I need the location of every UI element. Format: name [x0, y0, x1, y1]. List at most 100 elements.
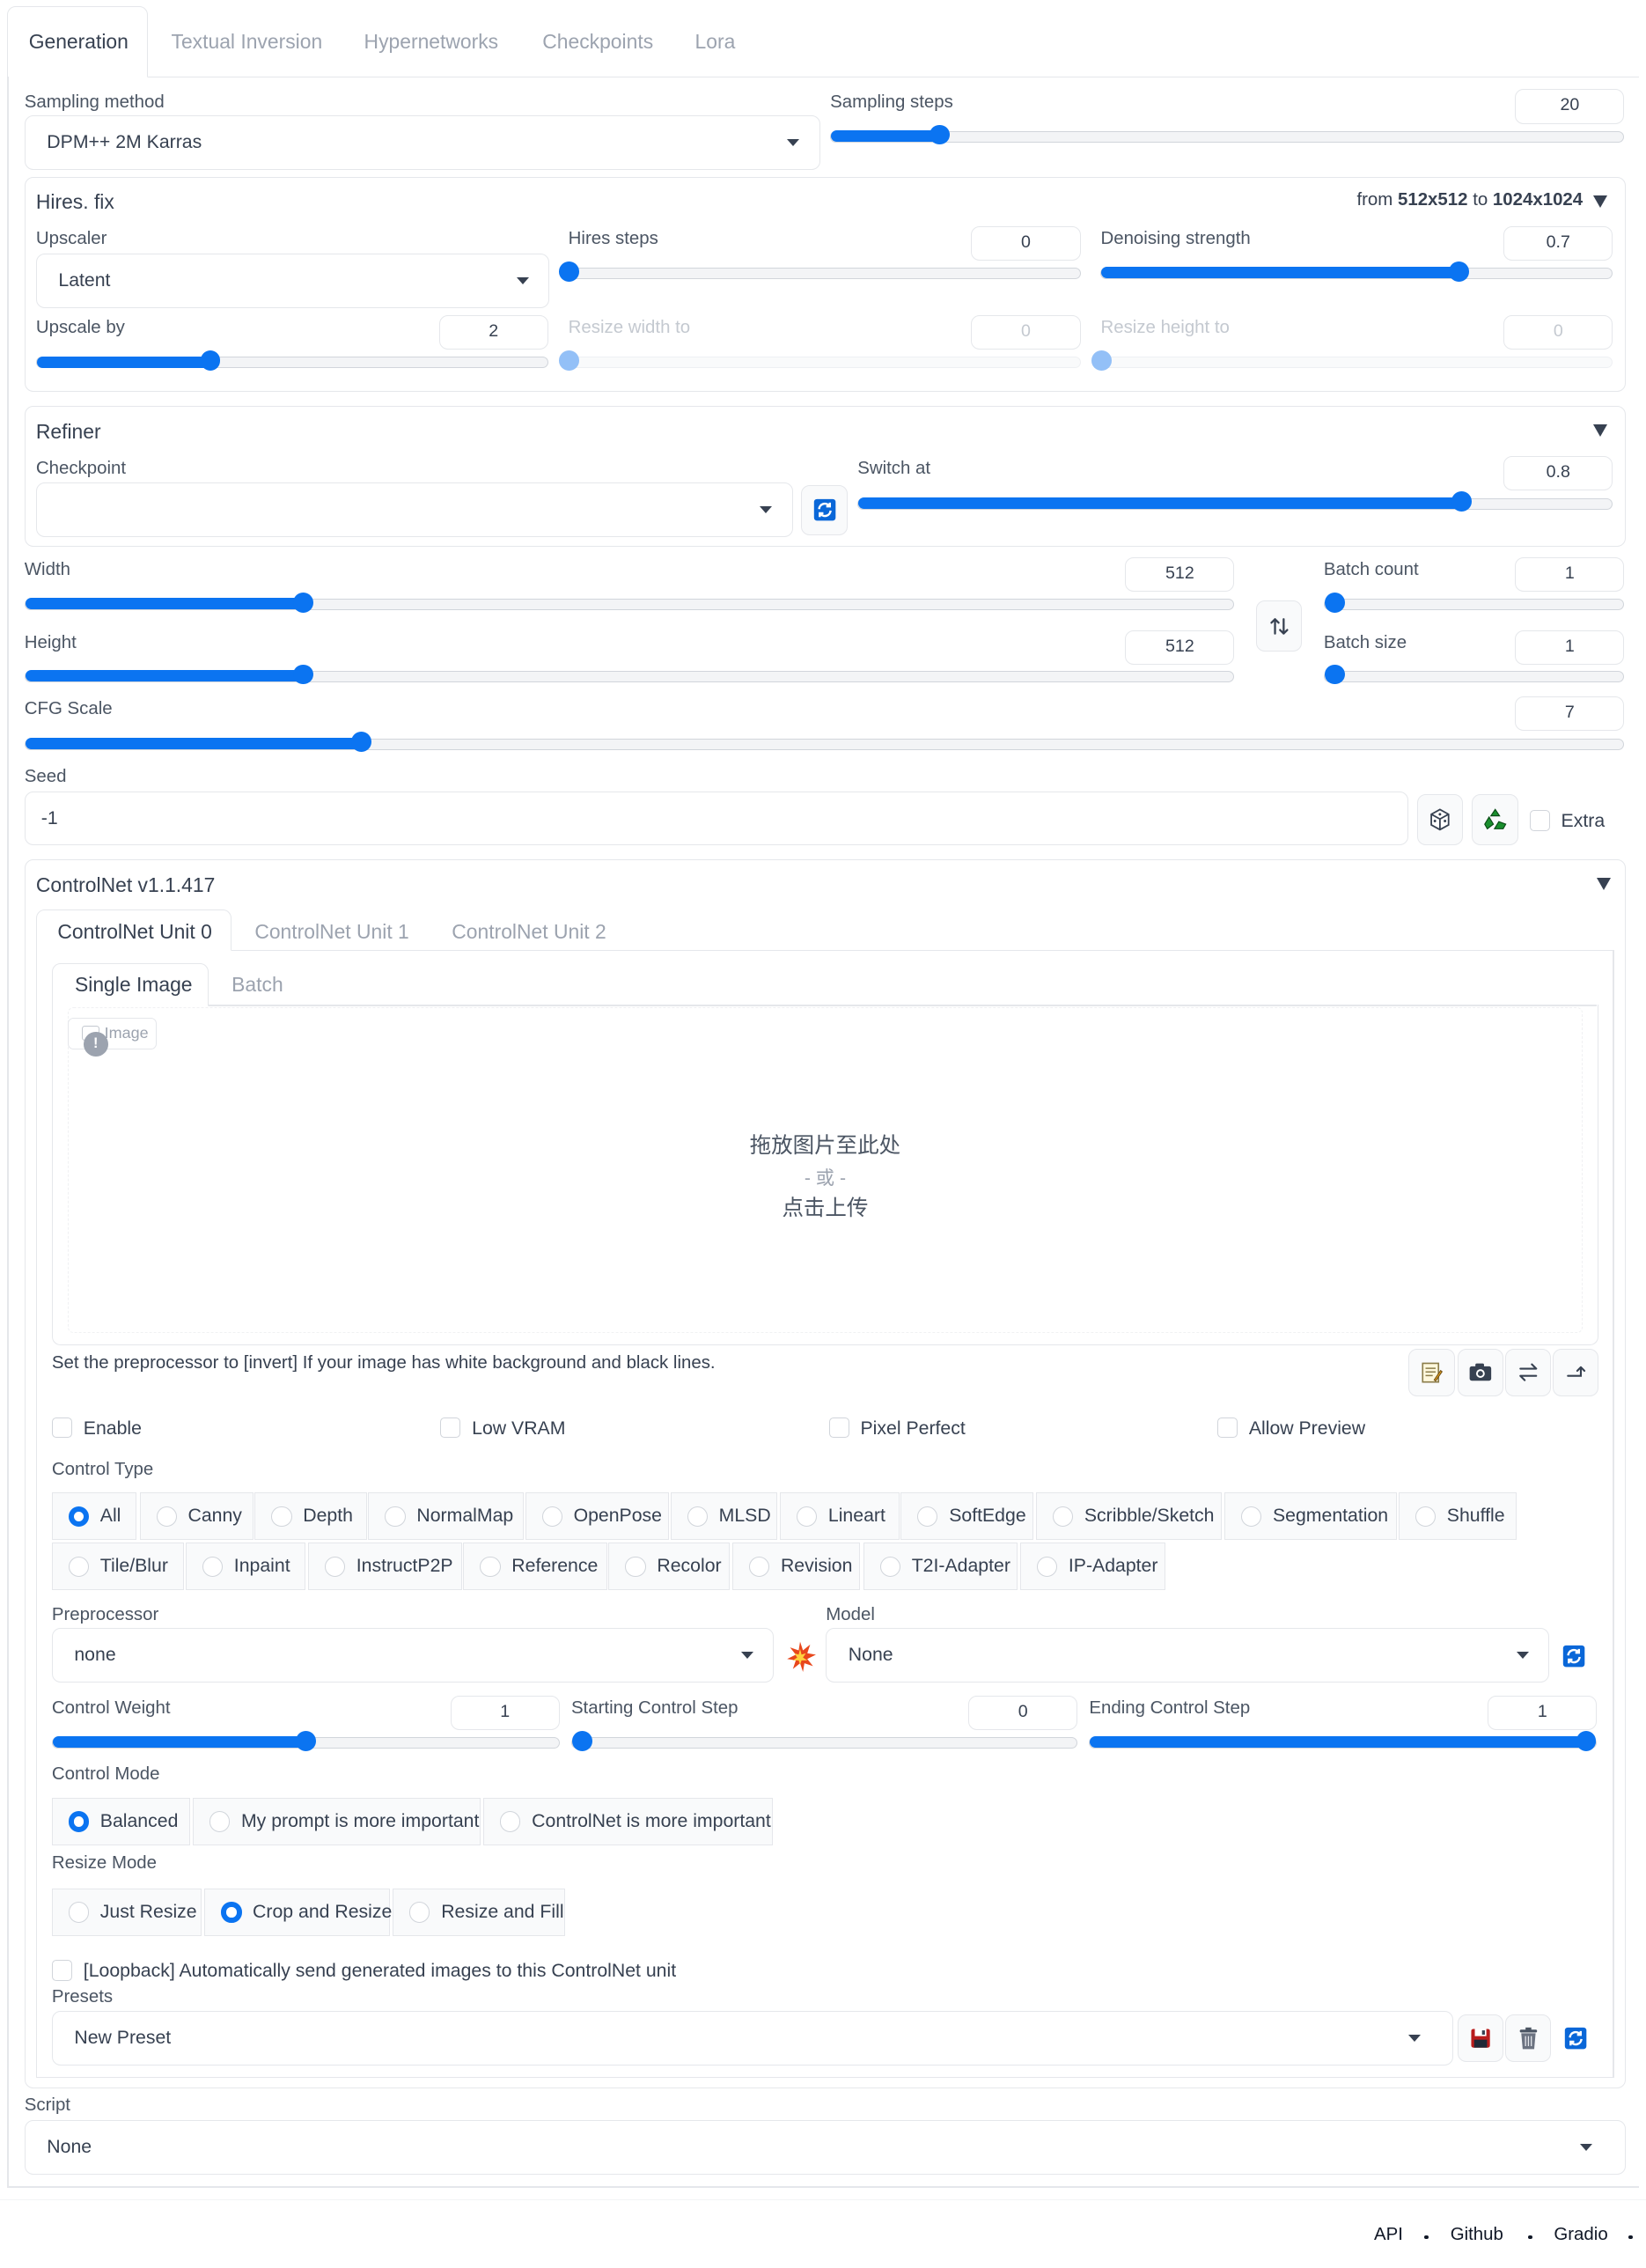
- starting-step-slider[interactable]: [570, 1730, 1078, 1751]
- resize-mode-crop-resize[interactable]: Crop and Resize: [204, 1888, 392, 1936]
- pixel-perfect-checkbox[interactable]: Pixel Perfect: [828, 1418, 966, 1440]
- batch-size-slider[interactable]: [1323, 664, 1625, 685]
- controlnet-title[interactable]: ControlNet v1.1.417: [36, 873, 215, 897]
- batch-count-input[interactable]: 1: [1515, 556, 1625, 592]
- control-type-t2i-adapter[interactable]: T2I-Adapter: [863, 1543, 1018, 1591]
- tab-controlnet-unit-2[interactable]: ControlNet Unit 2: [452, 920, 606, 944]
- run-preprocessor-button[interactable]: [784, 1640, 819, 1673]
- control-weight-input[interactable]: 1: [450, 1695, 560, 1730]
- cfg-scale-slider[interactable]: [24, 732, 1625, 753]
- height-slider[interactable]: [24, 664, 1235, 685]
- control-type-inpaint[interactable]: Inpaint: [185, 1543, 305, 1591]
- batch-count-slider[interactable]: [1323, 592, 1625, 613]
- switch-at-input[interactable]: 0.8: [1503, 456, 1613, 491]
- preprocessor-select[interactable]: none: [51, 1627, 775, 1683]
- control-type-instructp2p[interactable]: InstructP2P: [307, 1543, 462, 1591]
- slider-handle[interactable]: [930, 124, 950, 145]
- collapse-triangle-icon[interactable]: [1592, 195, 1607, 208]
- tab-controlnet-unit-0[interactable]: ControlNet Unit 0: [57, 920, 211, 944]
- slider-handle[interactable]: [1576, 1730, 1597, 1751]
- slider-handle[interactable]: [1451, 491, 1472, 512]
- control-type-scribble[interactable]: Scribble/Sketch: [1035, 1492, 1222, 1541]
- cfg-scale-input[interactable]: 7: [1515, 696, 1625, 732]
- width-input[interactable]: 512: [1125, 556, 1235, 592]
- resize-mode-just-resize[interactable]: Just Resize: [51, 1888, 202, 1936]
- footer-github-link[interactable]: Github: [1451, 2225, 1503, 2245]
- footer-api-link[interactable]: API: [1374, 2225, 1403, 2245]
- sampling-steps-input[interactable]: 20: [1515, 89, 1625, 124]
- control-mode-controlnet[interactable]: ControlNet is more important: [483, 1797, 773, 1845]
- ending-step-input[interactable]: 1: [1488, 1695, 1598, 1730]
- denoising-strength-input[interactable]: 0.7: [1503, 225, 1613, 261]
- collapse-triangle-icon[interactable]: [1597, 878, 1612, 890]
- control-type-openpose[interactable]: OpenPose: [525, 1492, 670, 1541]
- tab-generation[interactable]: Generation: [29, 30, 129, 54]
- refresh-button[interactable]: [801, 484, 848, 536]
- mirror-webcam-button[interactable]: [1504, 1348, 1552, 1396]
- send-dimensions-button[interactable]: [1552, 1348, 1599, 1396]
- resize-height-input[interactable]: 0: [1503, 314, 1613, 350]
- seed-input[interactable]: -1: [24, 792, 1409, 845]
- control-type-lineart[interactable]: Lineart: [779, 1492, 900, 1541]
- slider-handle[interactable]: [295, 1730, 316, 1751]
- control-type-tile-blur[interactable]: Tile/Blur: [51, 1543, 185, 1591]
- model-select[interactable]: None: [826, 1627, 1550, 1683]
- control-type-reference[interactable]: Reference: [463, 1543, 607, 1591]
- resize-mode-resize-fill[interactable]: Resize and Fill: [393, 1888, 566, 1936]
- control-mode-balanced[interactable]: Balanced: [51, 1797, 190, 1845]
- swap-dimensions-button[interactable]: [1256, 600, 1303, 652]
- slider-handle[interactable]: [293, 592, 313, 613]
- resize-width-input[interactable]: 0: [971, 314, 1081, 350]
- upscaler-select[interactable]: Latent: [35, 253, 550, 308]
- batch-size-input[interactable]: 1: [1515, 630, 1625, 666]
- slider-handle[interactable]: [200, 350, 221, 372]
- ending-step-slider[interactable]: [1089, 1730, 1598, 1751]
- enable-checkbox[interactable]: Enable: [51, 1418, 142, 1440]
- tab-hypernetworks[interactable]: Hypernetworks: [364, 30, 499, 54]
- script-select[interactable]: None: [24, 2119, 1627, 2175]
- footer-gradio-link[interactable]: Gradio: [1554, 2225, 1607, 2245]
- control-type-normalmap[interactable]: NormalMap: [368, 1492, 524, 1541]
- allow-preview-checkbox[interactable]: Allow Preview: [1216, 1418, 1365, 1440]
- resize-width-slider[interactable]: [559, 350, 1081, 372]
- width-slider[interactable]: [24, 592, 1235, 613]
- refiner-title[interactable]: Refiner: [36, 420, 101, 444]
- upscale-by-input[interactable]: 2: [438, 314, 548, 350]
- control-type-softedge[interactable]: SoftEdge: [900, 1492, 1033, 1541]
- tab-single-image[interactable]: Single Image: [75, 973, 193, 997]
- hires-steps-input[interactable]: 0: [971, 225, 1081, 261]
- webcam-button[interactable]: [1457, 1348, 1504, 1396]
- control-type-ip-adapter[interactable]: IP-Adapter: [1019, 1543, 1166, 1591]
- open-new-canvas-button[interactable]: [1408, 1348, 1455, 1396]
- control-weight-slider[interactable]: [51, 1730, 560, 1751]
- delete-preset-button[interactable]: [1504, 2014, 1552, 2063]
- denoising-strength-slider[interactable]: [1100, 261, 1613, 282]
- slider-handle[interactable]: [559, 350, 580, 372]
- collapse-triangle-icon[interactable]: [1592, 424, 1607, 437]
- slider-handle[interactable]: [559, 261, 580, 282]
- slider-handle[interactable]: [1324, 592, 1345, 613]
- switch-at-slider[interactable]: [857, 491, 1613, 512]
- slider-handle[interactable]: [293, 664, 313, 685]
- refiner-checkpoint-select[interactable]: [35, 482, 793, 537]
- sampling-steps-slider[interactable]: [830, 124, 1625, 145]
- refresh-presets-button[interactable]: [1560, 2022, 1591, 2054]
- presets-select[interactable]: New Preset: [51, 2010, 1453, 2066]
- tab-batch[interactable]: Batch: [231, 973, 283, 997]
- tab-lora[interactable]: Lora: [695, 30, 736, 54]
- slider-handle[interactable]: [1091, 350, 1112, 372]
- tab-checkpoints[interactable]: Checkpoints: [542, 30, 653, 54]
- height-input[interactable]: 512: [1125, 630, 1235, 666]
- upscale-by-slider[interactable]: [35, 350, 548, 372]
- hires-steps-slider[interactable]: [559, 261, 1081, 282]
- reuse-seed-button[interactable]: [1472, 794, 1518, 845]
- slider-handle[interactable]: [571, 1730, 592, 1751]
- sampling-method-select[interactable]: DPM++ 2M Karras: [24, 114, 820, 170]
- random-seed-button[interactable]: [1417, 794, 1464, 845]
- starting-step-input[interactable]: 0: [968, 1695, 1078, 1730]
- control-type-recolor[interactable]: Recolor: [608, 1543, 730, 1591]
- control-type-canny[interactable]: Canny: [139, 1492, 254, 1541]
- control-type-depth[interactable]: Depth: [254, 1492, 367, 1541]
- hires-fix-title[interactable]: Hires. fix: [36, 190, 114, 214]
- slider-handle[interactable]: [1324, 664, 1345, 685]
